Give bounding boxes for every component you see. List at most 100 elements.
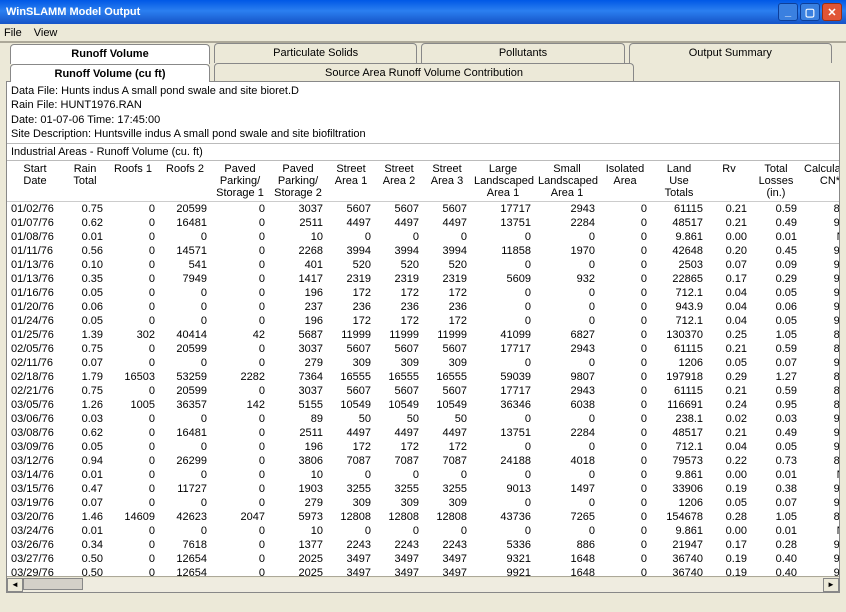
cell: 11999 [423, 328, 471, 342]
table-row[interactable]: 02/11/760.0700027930930930900012060.050.… [7, 356, 839, 370]
table-row[interactable]: 03/06/760.0300089505050000238.10.020.039… [7, 412, 839, 426]
cell: 0.22 [707, 454, 751, 468]
maximize-button[interactable]: ▢ [800, 3, 820, 21]
cell: 03/19/76 [7, 496, 63, 510]
col-paved1[interactable]: PavedParking/Storage 1 [211, 161, 269, 202]
cell: 85.0 [801, 398, 839, 412]
scroll-thumb[interactable] [23, 578, 83, 590]
table-row[interactable]: 03/29/760.500126540202534973497349799211… [7, 566, 839, 576]
cell: 2503 [651, 258, 707, 272]
cell: 6038 [535, 398, 599, 412]
col-paved2[interactable]: PavedParking/Storage 2 [269, 161, 327, 202]
table-row[interactable]: 03/12/760.940262990380670877087708724188… [7, 454, 839, 468]
table-row[interactable]: 03/24/760.01000100000009.8610.000.01N/A [7, 524, 839, 538]
cell: N/A [801, 230, 839, 244]
scroll-right-icon[interactable]: ► [823, 578, 839, 592]
table-row[interactable]: 01/07/760.620164810251144974497449713751… [7, 216, 839, 230]
cell: 2284 [535, 216, 599, 230]
cell: 79573 [651, 454, 707, 468]
col-roofs2[interactable]: Roofs 2 [159, 161, 211, 202]
cell: 0.24 [707, 398, 751, 412]
col-street1[interactable]: StreetArea 1 [327, 161, 375, 202]
cell: 2282 [211, 370, 269, 384]
cell: 61115 [651, 342, 707, 356]
table-row[interactable]: 02/05/760.750205990303756075607560717717… [7, 342, 839, 356]
scroll-left-icon[interactable]: ◄ [7, 578, 23, 592]
cell: 2243 [423, 538, 471, 552]
col-total-losses[interactable]: TotalLosses(in.) [751, 161, 801, 202]
col-rv[interactable]: Rv [707, 161, 751, 202]
cell: 98.2 [801, 300, 839, 314]
cell: 0.28 [707, 510, 751, 524]
table-row[interactable]: 03/26/760.340761801377224322432243533688… [7, 538, 839, 552]
cell: 1377 [269, 538, 327, 552]
tab-source-area-contrib[interactable]: Source Area Runoff Volume Contribution [214, 63, 634, 81]
col-street2[interactable]: StreetArea 2 [375, 161, 423, 202]
table-row[interactable]: 03/15/760.470117270190332553255325590131… [7, 482, 839, 496]
table-row[interactable]: 01/16/760.05000196172172172000712.10.040… [7, 286, 839, 300]
table-row[interactable]: 02/21/760.750205990303756075607560717717… [7, 384, 839, 398]
col-rain-total[interactable]: RainTotal [63, 161, 107, 202]
cell: 3255 [423, 482, 471, 496]
cell: 0 [159, 300, 211, 314]
table-row[interactable]: 03/08/760.620164810251144974497449713751… [7, 426, 839, 440]
table-row[interactable]: 01/13/760.350794901417231923192319560993… [7, 272, 839, 286]
table-row[interactable]: 01/13/760.100541040152052052000025030.07… [7, 258, 839, 272]
table-row[interactable]: 01/20/760.06000237236236236000943.90.040… [7, 300, 839, 314]
table-row[interactable]: 01/11/760.560145710226839943994399411858… [7, 244, 839, 258]
cell: 11999 [327, 328, 375, 342]
col-start-date[interactable]: StartDate [7, 161, 63, 202]
h-scrollbar[interactable]: ◄ ► [7, 576, 839, 592]
table-row[interactable]: 02/18/761.791650353259228273641655516555… [7, 370, 839, 384]
table-row[interactable]: 01/08/760.01000100000009.8610.000.01N/A [7, 230, 839, 244]
close-button[interactable]: ✕ [822, 3, 842, 21]
scroll-track[interactable] [23, 578, 823, 592]
cell: 1005 [107, 398, 159, 412]
tab-particulate-solids[interactable]: Particulate Solids [214, 43, 417, 63]
tab-runoff-volume[interactable]: Runoff Volume [10, 44, 210, 64]
cell: 7618 [159, 538, 211, 552]
cell: 0.03 [63, 412, 107, 426]
cell: 50 [327, 412, 375, 426]
minimize-button[interactable]: _ [778, 3, 798, 21]
cell: 236 [375, 300, 423, 314]
cell: 11999 [375, 328, 423, 342]
tab-output-summary[interactable]: Output Summary [629, 43, 832, 63]
col-street3[interactable]: StreetArea 3 [423, 161, 471, 202]
col-isolated[interactable]: IsolatedArea [599, 161, 651, 202]
cell: 36740 [651, 566, 707, 576]
table-row[interactable]: 03/05/761.261005363571425155105491054910… [7, 398, 839, 412]
menu-file[interactable]: File [4, 27, 22, 39]
cell: 0.01 [63, 230, 107, 244]
col-large-land[interactable]: LargeLandscapedArea 1 [471, 161, 535, 202]
cell: 0 [159, 286, 211, 300]
table-row[interactable]: 03/09/760.05000196172172172000712.10.040… [7, 440, 839, 454]
cell: 0.50 [63, 566, 107, 576]
cell: 0.07 [751, 496, 801, 510]
cell: 0.47 [63, 482, 107, 496]
cell: 0.21 [707, 342, 751, 356]
data-grid[interactable]: StartDate RainTotal Roofs 1 Roofs 2 Pave… [7, 161, 839, 576]
table-row[interactable]: 03/27/760.500126540202534973497349793211… [7, 552, 839, 566]
tab-runoff-volume-cuft[interactable]: Runoff Volume (cu ft) [10, 64, 210, 82]
col-small-land[interactable]: SmallLandscapedArea 1 [535, 161, 599, 202]
table-row[interactable]: 03/14/760.01000100000009.8610.000.01N/A [7, 468, 839, 482]
table-row[interactable]: 01/24/760.05000196172172172000712.10.040… [7, 314, 839, 328]
table-row[interactable]: 03/20/761.461460942623204759731280812808… [7, 510, 839, 524]
cell: 10549 [423, 398, 471, 412]
table-row[interactable]: 01/25/761.393024041442568711999119991199… [7, 328, 839, 342]
menu-view[interactable]: View [34, 27, 58, 39]
cell: 01/07/76 [7, 216, 63, 230]
cell: 0.07 [707, 258, 751, 272]
table-row[interactable]: 03/19/760.0700027930930930900012060.050.… [7, 496, 839, 510]
cell: 20599 [159, 342, 211, 356]
cell: 0.02 [707, 412, 751, 426]
cell: 0.06 [751, 300, 801, 314]
table-row[interactable]: 01/02/760.750205990303756075607560717717… [7, 202, 839, 217]
col-calc-cn[interactable]: CalculatedCN* [801, 161, 839, 202]
cell: 0 [599, 398, 651, 412]
col-roofs1[interactable]: Roofs 1 [107, 161, 159, 202]
col-land-use-totals[interactable]: LandUseTotals [651, 161, 707, 202]
tab-pollutants[interactable]: Pollutants [421, 43, 624, 63]
cell: 3497 [327, 552, 375, 566]
